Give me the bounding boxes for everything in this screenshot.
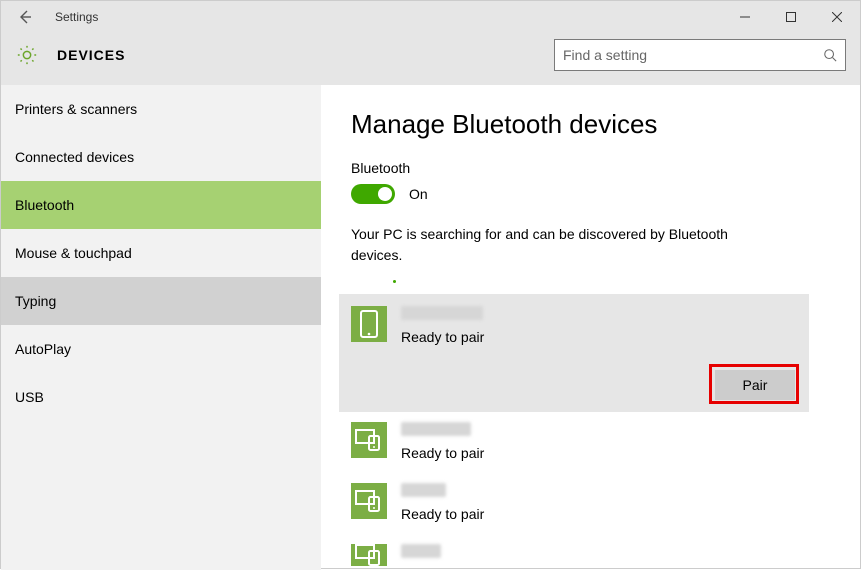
minimize-button[interactable] (722, 1, 768, 33)
sidebar-item-bluetooth[interactable]: Bluetooth (1, 181, 321, 229)
sidebar-item-label: USB (15, 389, 44, 405)
device-multi-icon (351, 483, 387, 519)
device-name-redacted (401, 306, 483, 320)
bluetooth-toggle-state: On (409, 186, 428, 202)
arrow-left-icon (17, 9, 33, 25)
maximize-icon (786, 12, 796, 22)
device-status: Ready to pair (401, 506, 484, 522)
window-controls (722, 1, 860, 33)
content-pane: Manage Bluetooth devices Bluetooth On Yo… (321, 85, 860, 570)
maximize-button[interactable] (768, 1, 814, 33)
device-name-redacted (401, 544, 441, 558)
device-item[interactable]: Ready to pair Pair (339, 294, 809, 412)
device-multi-icon (351, 422, 387, 458)
search-input[interactable]: Find a setting (554, 39, 846, 71)
search-placeholder: Find a setting (563, 47, 823, 63)
page-header: DEVICES Find a setting (1, 33, 860, 85)
titlebar: Settings (1, 1, 860, 33)
device-name-redacted (401, 483, 446, 497)
sidebar-item-label: AutoPlay (15, 341, 71, 357)
sidebar-item-mouse-touchpad[interactable]: Mouse & touchpad (1, 229, 321, 277)
device-item[interactable] (339, 534, 809, 566)
device-name-redacted (401, 422, 471, 436)
device-phone-icon (351, 306, 387, 342)
bluetooth-toggle[interactable] (351, 184, 395, 204)
sidebar-item-label: Bluetooth (15, 197, 74, 213)
close-icon (832, 12, 842, 22)
sidebar-item-label: Connected devices (15, 149, 134, 165)
search-icon (823, 48, 837, 62)
sidebar-item-usb[interactable]: USB (1, 373, 321, 421)
bluetooth-status-text: Your PC is searching for and can be disc… (351, 224, 761, 266)
device-multi-icon (351, 544, 387, 566)
sidebar-item-label: Printers & scanners (15, 101, 137, 117)
sidebar: Printers & scanners Connected devices Bl… (1, 85, 321, 570)
sidebar-item-typing[interactable]: Typing (1, 277, 321, 325)
pair-button[interactable]: Pair (715, 370, 795, 400)
sidebar-item-label: Mouse & touchpad (15, 245, 132, 261)
device-status: Ready to pair (401, 329, 484, 345)
window-title: Settings (55, 10, 722, 24)
bluetooth-toggle-label: Bluetooth (351, 160, 860, 176)
device-item[interactable]: Ready to pair (339, 473, 809, 534)
page-category: DEVICES (57, 47, 554, 63)
sidebar-item-label: Typing (15, 293, 56, 309)
minimize-icon (740, 12, 750, 22)
sidebar-item-printers-scanners[interactable]: Printers & scanners (1, 85, 321, 133)
device-list: Ready to pair Pair Ready to pair (339, 294, 809, 566)
sidebar-item-autoplay[interactable]: AutoPlay (1, 325, 321, 373)
searching-indicator (393, 270, 860, 276)
device-item[interactable]: Ready to pair (339, 412, 809, 473)
gear-icon (15, 43, 39, 67)
sidebar-item-connected-devices[interactable]: Connected devices (1, 133, 321, 181)
close-button[interactable] (814, 1, 860, 33)
back-button[interactable] (9, 1, 41, 33)
page-heading: Manage Bluetooth devices (351, 109, 860, 140)
device-status: Ready to pair (401, 445, 484, 461)
